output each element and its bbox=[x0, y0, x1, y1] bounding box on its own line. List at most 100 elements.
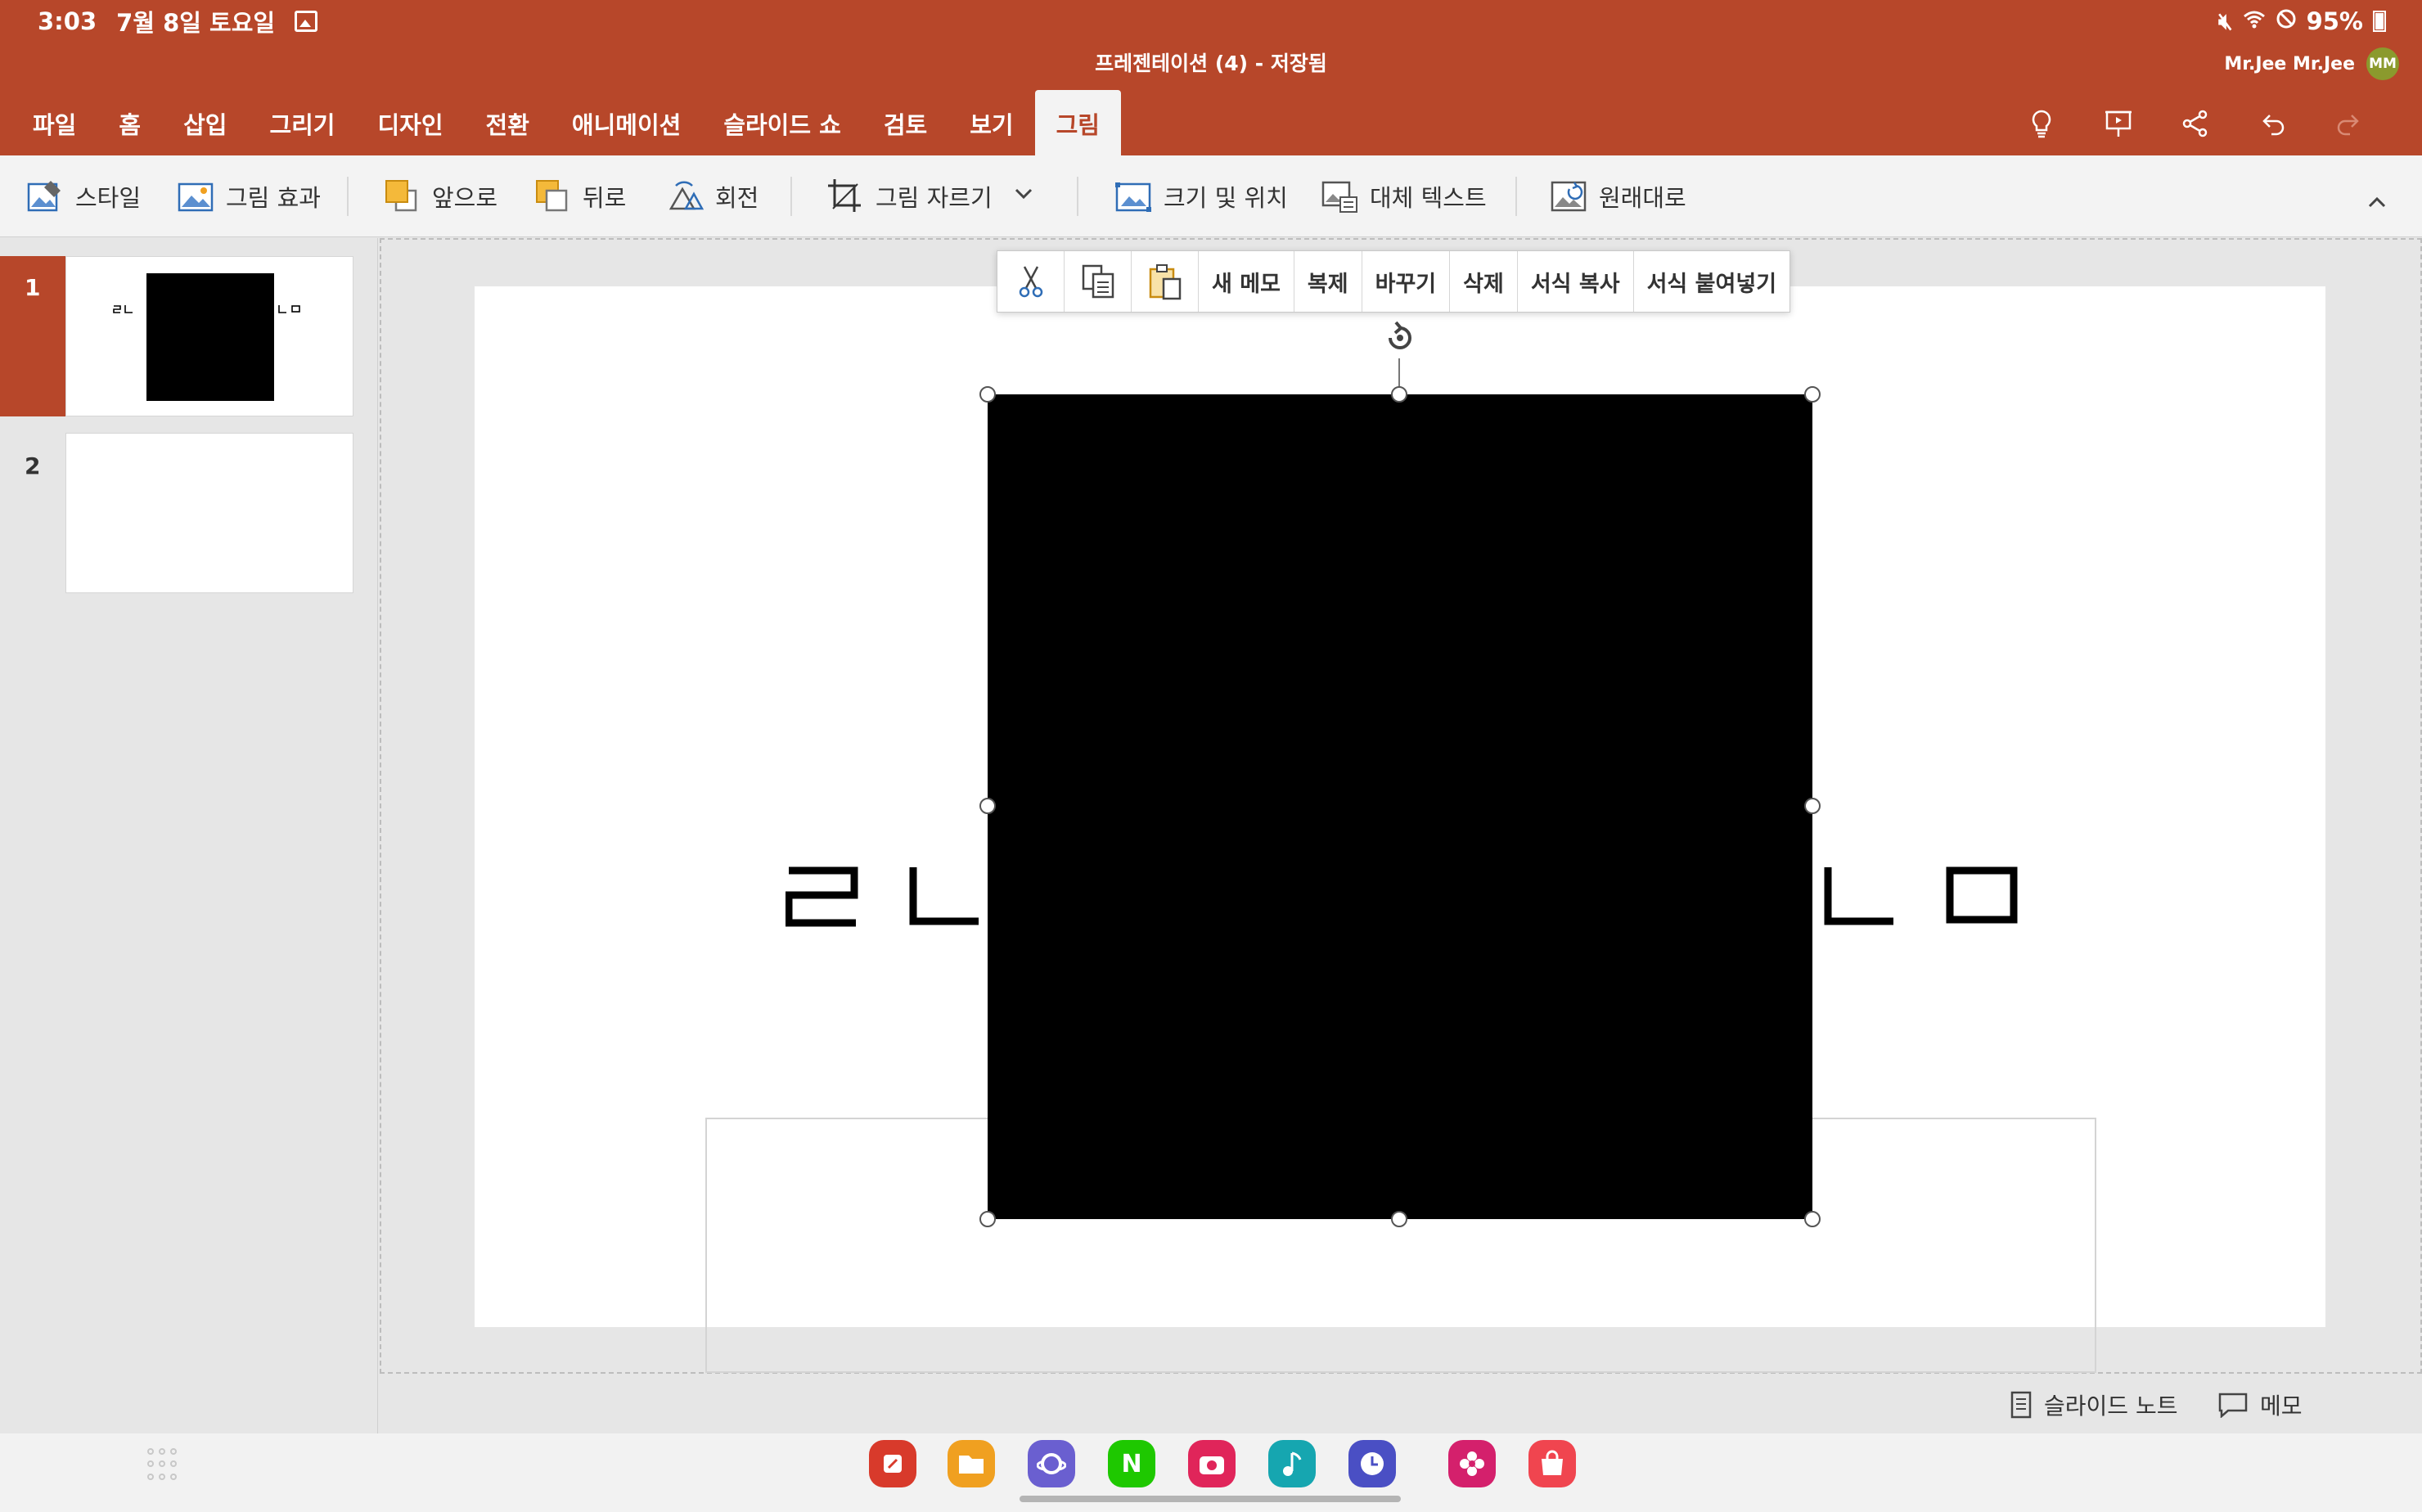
ribbon-divider bbox=[790, 177, 792, 216]
paste-button[interactable] bbox=[1132, 251, 1199, 312]
reset-picture-button[interactable]: 원래대로 bbox=[1550, 172, 1686, 221]
send-backward-icon bbox=[533, 178, 571, 215]
bring-forward-icon bbox=[383, 178, 421, 215]
crop-dropdown-button[interactable] bbox=[1011, 172, 1036, 221]
status-bar-left: 3:03 7월 8일 토요일 bbox=[38, 3, 318, 39]
style-label: 스타일 bbox=[75, 184, 142, 212]
store-app-icon[interactable] bbox=[1528, 1440, 1576, 1487]
tab-view[interactable]: 보기 bbox=[948, 90, 1034, 155]
status-time: 3:03 bbox=[38, 7, 97, 35]
ribbon-divider bbox=[1515, 177, 1517, 216]
slide-1-preview bbox=[113, 273, 300, 401]
duplicate-button[interactable]: 복제 bbox=[1294, 251, 1362, 312]
title-glyph bbox=[1823, 866, 1897, 934]
slide-number: 2 bbox=[25, 452, 41, 479]
flower-app-icon[interactable] bbox=[1448, 1440, 1496, 1487]
cut-button[interactable] bbox=[997, 251, 1065, 312]
do-not-disturb-icon bbox=[2276, 8, 2297, 35]
copy-format-button[interactable]: 서식 복사 bbox=[1518, 251, 1634, 312]
resize-handle-right[interactable] bbox=[1804, 798, 1821, 814]
mute-icon: 🔇︎ bbox=[2217, 7, 2233, 34]
slide-thumbnail-2[interactable] bbox=[65, 433, 353, 593]
context-menu: 새 메모 복제 바꾸기 삭제 서식 복사 서식 붙여넣기 bbox=[997, 250, 1791, 313]
notes-icon bbox=[2010, 1391, 2032, 1419]
comments-button[interactable]: 메모 bbox=[2217, 1386, 2303, 1424]
tab-review[interactable]: 검토 bbox=[862, 90, 948, 155]
replace-button[interactable]: 바꾸기 bbox=[1362, 251, 1451, 312]
camera-app-icon[interactable] bbox=[1188, 1440, 1236, 1487]
rotate-handle-icon[interactable] bbox=[1380, 317, 1420, 358]
battery-percent: 95% bbox=[2306, 7, 2363, 35]
picture-effects-button[interactable]: 그림 효과 bbox=[177, 172, 321, 221]
slide-thumbnail-1[interactable] bbox=[65, 256, 353, 416]
redo-icon[interactable] bbox=[2334, 108, 2365, 139]
status-bar-bottom: 슬라이드 노트 메모 bbox=[380, 1376, 2422, 1433]
alt-text-icon bbox=[1321, 178, 1358, 215]
bring-forward-button[interactable]: 앞으로 bbox=[383, 172, 497, 221]
tab-transitions[interactable]: 전환 bbox=[465, 90, 551, 155]
tab-design[interactable]: 디자인 bbox=[356, 90, 464, 155]
style-button[interactable]: 스타일 bbox=[26, 172, 141, 221]
share-icon[interactable] bbox=[2180, 108, 2211, 139]
alt-text-button[interactable]: 대체 텍스트 bbox=[1321, 172, 1487, 221]
slide-notes-label: 슬라이드 노트 bbox=[2044, 1393, 2178, 1420]
tab-picture[interactable]: 그림 bbox=[1034, 90, 1121, 155]
crop-label: 그림 자르기 bbox=[876, 184, 993, 212]
picture-effects-label: 그림 효과 bbox=[226, 184, 321, 212]
slide-number: 1 bbox=[25, 274, 41, 301]
avatar[interactable]: MM bbox=[2366, 47, 2399, 80]
copy-button[interactable] bbox=[1065, 251, 1132, 312]
tab-animations[interactable]: 애니메이션 bbox=[551, 90, 702, 155]
collapse-ribbon-button[interactable] bbox=[2365, 190, 2397, 223]
resize-handle-bottom[interactable] bbox=[1391, 1211, 1407, 1227]
app-drawer-icon[interactable] bbox=[147, 1448, 180, 1481]
tab-draw[interactable]: 그리기 bbox=[248, 90, 356, 155]
size-position-label: 크기 및 위치 bbox=[1164, 184, 1288, 212]
user-name: Mr.Jee Mr.Jee bbox=[2224, 53, 2355, 74]
resize-handle-bottom-right[interactable] bbox=[1804, 1211, 1821, 1227]
new-comment-button[interactable]: 새 메모 bbox=[1199, 251, 1294, 312]
clock-app-icon[interactable] bbox=[1348, 1440, 1396, 1487]
gesture-navigation-bar[interactable] bbox=[1020, 1496, 1401, 1502]
lightbulb-icon[interactable] bbox=[2026, 108, 2057, 139]
title-text-right[interactable] bbox=[1823, 851, 2019, 949]
resize-handle-top[interactable] bbox=[1391, 386, 1407, 403]
delete-button[interactable]: 삭제 bbox=[1450, 251, 1518, 312]
tab-home[interactable]: 홈 bbox=[97, 90, 162, 155]
selected-picture[interactable] bbox=[988, 394, 1812, 1219]
tab-insert[interactable]: 삽입 bbox=[162, 90, 248, 155]
reset-picture-icon bbox=[1550, 178, 1587, 215]
notes-app-icon[interactable] bbox=[869, 1440, 916, 1487]
title-bar: 3:03 7월 8일 토요일 🔇︎ 95% 프레젠테이션 (4) - 저장됨 M… bbox=[0, 0, 2422, 155]
resize-handle-left[interactable] bbox=[979, 798, 996, 814]
resize-handle-bottom-left[interactable] bbox=[979, 1211, 996, 1227]
user-account[interactable]: Mr.Jee Mr.Jee MM bbox=[2224, 46, 2399, 82]
title-text-left[interactable] bbox=[785, 851, 982, 949]
present-icon[interactable] bbox=[2103, 108, 2134, 139]
undo-icon[interactable] bbox=[2257, 108, 2288, 139]
send-backward-button[interactable]: 뒤로 bbox=[533, 172, 626, 221]
files-app-icon[interactable] bbox=[948, 1440, 995, 1487]
naver-app-icon[interactable]: N bbox=[1108, 1440, 1155, 1487]
reset-picture-label: 원래대로 bbox=[1599, 184, 1686, 212]
paste-icon bbox=[1149, 264, 1181, 300]
resize-handle-top-right[interactable] bbox=[1804, 386, 1821, 403]
size-position-button[interactable]: 크기 및 위치 bbox=[1114, 172, 1288, 221]
slide-thumbnail-1-marker[interactable]: 1 bbox=[0, 256, 65, 416]
paste-format-button[interactable]: 서식 붙여넣기 bbox=[1634, 251, 1789, 312]
tab-slideshow[interactable]: 슬라이드 쇼 bbox=[702, 90, 862, 155]
chevron-down-icon bbox=[1011, 182, 1036, 212]
crop-button[interactable]: 그림 자르기 bbox=[826, 172, 993, 221]
document-title[interactable]: 프레젠테이션 (4) - 저장됨 bbox=[0, 46, 2422, 82]
slide-thumbnail-pane: 1 2 bbox=[0, 238, 378, 1434]
internet-app-icon[interactable] bbox=[1028, 1440, 1075, 1487]
status-bar-right: 🔇︎ 95% bbox=[2218, 3, 2386, 39]
music-app-icon[interactable] bbox=[1268, 1440, 1316, 1487]
ribbon-divider bbox=[1077, 177, 1078, 216]
tab-file[interactable]: 파일 bbox=[11, 90, 97, 155]
resize-handle-top-left[interactable] bbox=[979, 386, 996, 403]
scissors-icon bbox=[1019, 266, 1042, 298]
rotate-button[interactable]: 회전 bbox=[666, 172, 759, 221]
rotate-label: 회전 bbox=[715, 184, 759, 212]
slide-notes-button[interactable]: 슬라이드 노트 bbox=[2010, 1386, 2177, 1424]
